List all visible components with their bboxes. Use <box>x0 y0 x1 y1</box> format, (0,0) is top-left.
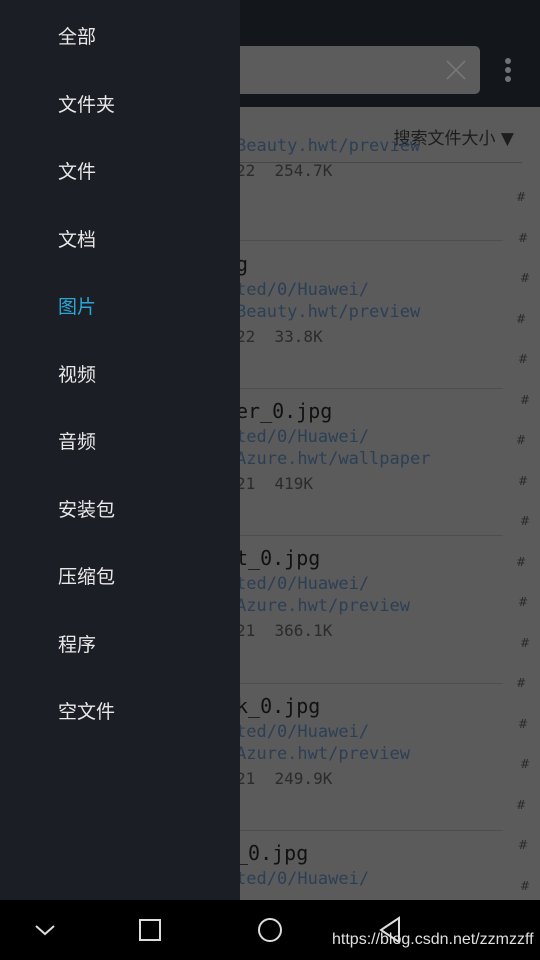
hash-mark: # <box>520 392 531 407</box>
hash-mark: # <box>518 230 529 245</box>
hash-mark: # <box>518 595 529 609</box>
hash-mark: # <box>518 352 529 366</box>
file-name: _0.jpg <box>236 841 309 865</box>
drawer-item[interactable]: 音频 <box>58 427 96 454</box>
hash-mark: # <box>518 716 529 731</box>
close-icon[interactable] <box>444 58 468 82</box>
hash-mark: # <box>518 473 529 488</box>
home-circle-icon[interactable] <box>257 917 283 943</box>
hash-mark: # <box>520 757 531 771</box>
file-path1: ted/0/Huawei/ <box>236 427 370 447</box>
search-input[interactable] <box>200 46 480 94</box>
file-path1: ted/0/Huawei/ <box>236 280 370 300</box>
file-name: er_0.jpg <box>236 399 333 423</box>
hash-mark: # <box>516 190 527 204</box>
divider <box>230 682 503 684</box>
file-name: g <box>236 252 249 276</box>
file-meta: 22 33.8K <box>236 327 323 346</box>
drawer-item[interactable]: 图片 <box>58 292 96 319</box>
drawer-item[interactable]: 空文件 <box>58 697 115 724</box>
drawer-item[interactable]: 全部 <box>58 22 96 49</box>
hash-mark: # <box>518 838 529 852</box>
file-meta: 21 249.9K <box>236 769 333 788</box>
drawer-item[interactable]: 安装包 <box>58 495 115 522</box>
divider <box>230 240 503 241</box>
list-item[interactable]: Beauty.hwt/preview 22 254.7K <box>236 106 536 185</box>
file-meta: 21 366.1K <box>236 621 333 640</box>
hash-mark: # <box>516 676 527 690</box>
drawer-item[interactable]: 文档 <box>58 225 96 252</box>
drawer-item[interactable]: 压缩包 <box>58 562 115 589</box>
drawer-item[interactable]: 视频 <box>58 360 96 387</box>
file-name <box>236 106 536 135</box>
file-path1: ted/0/Huawei/ <box>236 869 370 889</box>
list-item[interactable]: k_0.jpg ted/0/Huawei/Azure.hwt/preview 21 … <box>236 692 536 793</box>
hash-mark: # <box>520 635 531 650</box>
chevron-down-icon[interactable] <box>34 922 56 938</box>
file-path2: Azure.hwt/preview <box>236 596 410 616</box>
list-item[interactable]: er_0.jpg ted/0/Huawei/Azure.hwt/wallpaper… <box>236 397 536 498</box>
list-item[interactable]: g ted/0/Huawei/Beauty.hwt/preview 22 33.8K <box>236 250 536 351</box>
file-path2: Beauty.hwt/preview <box>236 136 421 156</box>
hash-mark: # <box>516 311 527 326</box>
file-path1: ted/0/Huawei/ <box>236 722 370 742</box>
drawer-item[interactable]: 程序 <box>58 630 96 657</box>
hash-mark: # <box>516 797 527 812</box>
hash-mark: # <box>516 433 527 447</box>
hash-mark: # <box>520 271 531 285</box>
file-path2: Azure.hwt/wallpaper <box>236 449 431 469</box>
navigation-drawer: 全部文件夹文件文档图片视频音频安装包压缩包程序空文件 <box>0 0 240 900</box>
watermark: https://blog.csdn.net/zzmzzff <box>332 931 534 948</box>
file-name: t_0.jpg <box>236 546 321 570</box>
hash-mark: # <box>520 514 531 528</box>
file-path2: Beauty.hwt/preview <box>236 302 421 322</box>
file-path1: ted/0/Huawei/ <box>236 574 370 594</box>
hash-mark: # <box>520 878 531 893</box>
file-name: k_0.jpg <box>236 694 321 718</box>
list-item[interactable]: t_0.jpg ted/0/Huawei/Azure.hwt/preview 21 … <box>236 544 536 645</box>
file-path2: Azure.hwt/preview <box>236 744 410 764</box>
drawer-item[interactable]: 文件夹 <box>58 90 115 117</box>
file-meta: 22 254.7K <box>236 161 333 180</box>
list-item[interactable]: _0.jpg ted/0/Huawei/ <box>236 839 536 890</box>
hash-mark: # <box>516 554 527 569</box>
system-nav-bar <box>0 900 540 960</box>
recents-square-icon[interactable] <box>138 918 162 942</box>
divider <box>230 830 503 831</box>
file-meta: 21 419K <box>236 474 314 493</box>
divider <box>230 387 503 389</box>
divider <box>230 535 503 536</box>
more-vert-icon[interactable] <box>502 58 514 84</box>
drawer-item[interactable]: 文件 <box>58 157 96 184</box>
